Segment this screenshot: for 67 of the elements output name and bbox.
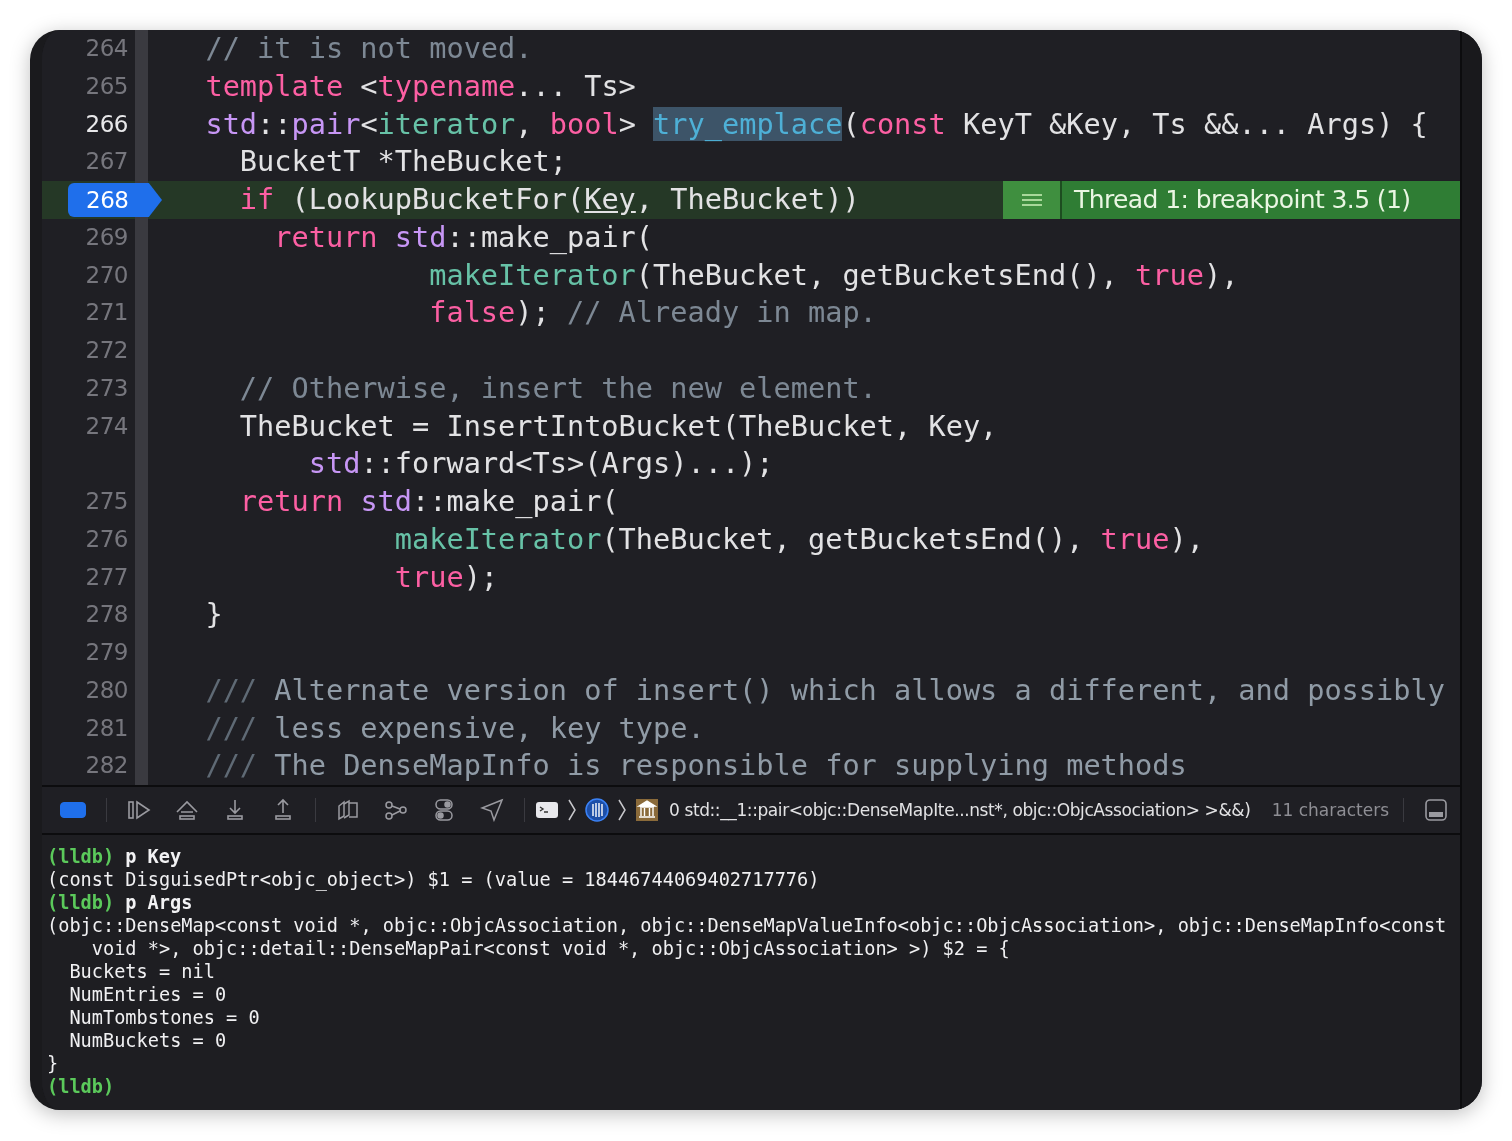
code-line: false); // Already in map. — [428, 295, 877, 330]
chevron-icon — [567, 798, 577, 822]
breakpoint-marker[interactable]: 268 — [68, 183, 162, 217]
line-number: 275 — [85, 487, 128, 516]
line-number: 274 — [85, 411, 128, 441]
lldb-prompt: (lldb) — [47, 1075, 115, 1098]
console-output: (objc::DenseMap<const void *, objc::ObjcAssociation, objc::DenseMapValueInfo<objc::ObjcAssociation>, objc::DenseMapInfo<const — [47, 914, 1447, 937]
thread-icon[interactable] — [585, 798, 609, 822]
console-output: (const DisguisedPtr<objc_object>) $1 = (value = 18446744069402717776) — [47, 868, 820, 891]
breakpoint-annotation[interactable]: Thread 1: breakpoint 3.5 (1) — [1003, 181, 1460, 219]
code-line: TheBucket = InsertIntoBucket(TheBucket, Key, — [238, 408, 998, 443]
lldb-prompt: (lldb) — [47, 845, 115, 868]
toggles-icon[interactable] — [432, 798, 456, 822]
console-output: } — [47, 1052, 59, 1075]
line-number: 276 — [85, 524, 128, 554]
menu-icon — [1020, 192, 1043, 207]
line-number: 270 — [85, 260, 128, 290]
line-number: 279 — [85, 638, 128, 667]
chevron-icon — [617, 798, 627, 822]
line-number: 278 — [85, 600, 128, 630]
step-over-icon[interactable] — [175, 798, 199, 822]
line-number: 266 — [85, 109, 128, 139]
code-line: /// The DenseMapInfo is responsible for supplying methods — [204, 748, 1187, 783]
line-number: 277 — [85, 562, 128, 592]
console-output: NumTombstones = 0 — [68, 1006, 260, 1029]
line-number: 264 — [85, 34, 128, 63]
line-number: 271 — [85, 298, 128, 328]
code-line: true); — [393, 559, 499, 594]
line-number: 273 — [85, 373, 128, 403]
line-number: 282 — [85, 751, 128, 781]
console-output: NumBuckets = 0 — [68, 1029, 227, 1052]
code-line: template <typename... Ts> — [204, 68, 636, 103]
selection-info: 11 characters — [1271, 800, 1389, 820]
breakpoints-toggle[interactable] — [60, 802, 86, 818]
line-number: 280 — [85, 675, 128, 705]
code-line: /// less expensive, key type. — [204, 710, 705, 745]
fold-ribbon[interactable] — [135, 30, 148, 785]
code-line: std::forward<Ts>(Args)...); — [307, 446, 774, 481]
code-line: if (LookupBucketFor(Key, TheBucket)) — [238, 182, 860, 216]
line-number: 265 — [85, 71, 128, 101]
panel-toggle-icon[interactable] — [1424, 798, 1448, 822]
stack-frame-label[interactable]: 0 std::__1::pair<objc::DenseMapIte...nst*, objc::ObjcAssociation> >&&) — [669, 800, 1251, 820]
column-building-icon[interactable] — [635, 798, 659, 822]
code-line: // Otherwise, insert the new element. — [238, 370, 877, 405]
line-number: 281 — [85, 713, 128, 743]
continue-icon[interactable] — [127, 798, 151, 822]
console-command: p Args — [125, 891, 193, 914]
code-line: BucketT *TheBucket; — [238, 144, 567, 179]
console-command: p Key — [125, 845, 182, 868]
console-output: Buckets = nil — [68, 960, 215, 983]
code-line: makeIterator(TheBucket, getBucketsEnd(), true), — [428, 257, 1239, 292]
code-line: makeIterator(TheBucket, getBucketsEnd(), true), — [393, 521, 1204, 556]
line-number: 267 — [85, 147, 128, 177]
code-line: /// Alternate version of insert() which allows a different, and possibly — [204, 672, 1445, 707]
code-line: std::pair<iterator, bool> try_emplace(const KeyT &Key, Ts &&... Args) { — [204, 106, 1428, 141]
stacked-layers-icon[interactable] — [336, 798, 360, 822]
code-line: return std::make_pair( — [238, 484, 619, 518]
code-line: } — [204, 597, 223, 632]
graph-nodes-icon[interactable] — [384, 798, 408, 822]
location-arrow-icon[interactable] — [480, 798, 504, 822]
console-output: void *>, objc::detail::DenseMapPair<const void *, objc::ObjcAssociation> >) $2 = { — [90, 937, 1010, 960]
line-number: 272 — [85, 336, 128, 365]
code-line: return std::make_pair( — [273, 219, 654, 254]
code-line: // it is not moved. — [204, 31, 533, 65]
lldb-prompt: (lldb) — [47, 891, 115, 914]
console-output: NumEntries = 0 — [68, 983, 227, 1006]
line-number: 269 — [85, 222, 128, 252]
